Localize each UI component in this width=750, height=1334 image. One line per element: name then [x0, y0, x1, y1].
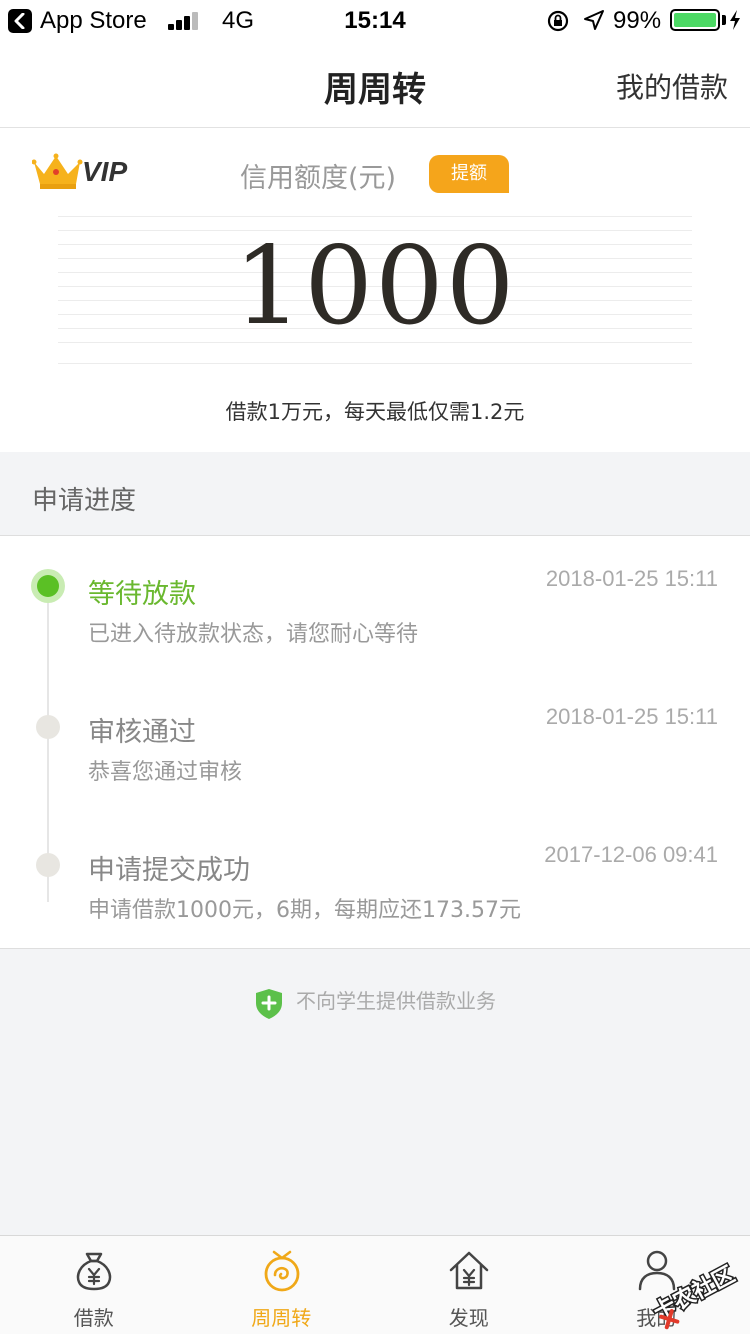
- timeline-item-desc: 申请借款1000元，6期，每期应还173.57元: [88, 898, 521, 923]
- timeline-item-time: 2017-12-06 09:41: [544, 842, 718, 867]
- navigation-bar: 周周转 我的借款: [0, 40, 750, 128]
- status-dot: [36, 715, 60, 739]
- kanong-watermark-logo: 卡农社区: [648, 1260, 741, 1330]
- coin-swirl-icon: [264, 1250, 299, 1292]
- notice-text: 不向学生提供借款业务: [296, 989, 496, 1013]
- progress-title: 申请进度: [32, 486, 137, 516]
- tab-label: 周周转: [251, 1306, 312, 1330]
- tab-loan[interactable]: 借款: [0, 1236, 188, 1334]
- tab-label: 借款: [73, 1306, 114, 1330]
- progress-timeline: 等待放款 2018-01-25 15:11 已进入待放款状态，请您耐心等待 审核…: [0, 536, 750, 949]
- timeline-item: 等待放款 2018-01-25 15:11 已进入待放款状态，请您耐心等待: [0, 536, 750, 656]
- house-yen-icon: [449, 1251, 489, 1290]
- timeline-item-time: 2018-01-25 15:11: [545, 704, 718, 729]
- credit-note: 借款1万元，每天最低仅需1.2元: [225, 400, 525, 424]
- vip-label: VIP: [82, 156, 128, 187]
- tab-zhouzhouzhuan[interactable]: 周周转: [188, 1236, 376, 1334]
- battery-icon: [670, 9, 720, 31]
- status-dot: [36, 853, 60, 877]
- money-bag-icon: [76, 1252, 112, 1291]
- tab-label: 发现: [448, 1306, 489, 1330]
- timeline-item-title: 审核通过: [88, 717, 196, 748]
- credit-panel: VIP 信用额度(元) 提额 1000 借款1万元，每天最低仅需1.2元: [0, 128, 750, 452]
- timeline-item: 申请提交成功 2017-12-06 09:41 申请借款1000元，6期，每期应…: [0, 812, 750, 932]
- credit-limit-label: 信用额度(元): [240, 163, 397, 194]
- tab-bar: 借款 周周转 发现 我的: [0, 1235, 750, 1334]
- student-notice: 不向学生提供借款业务: [0, 986, 750, 1020]
- vip-badge: VIP: [32, 152, 142, 192]
- charging-bolt-icon: [730, 10, 740, 30]
- timeline-item-title: 申请提交成功: [88, 855, 250, 886]
- tab-discover[interactable]: 发现: [375, 1236, 563, 1334]
- location-icon: [584, 10, 604, 30]
- raise-limit-button[interactable]: 提额: [429, 155, 509, 193]
- rotation-lock-icon: [547, 10, 569, 32]
- progress-section-header: 申请进度: [0, 452, 750, 536]
- crown-icon: [32, 153, 83, 189]
- timeline-item-time: 2018-01-25 15:11: [545, 566, 718, 591]
- my-loans-link[interactable]: 我的借款: [616, 66, 728, 106]
- timeline-item-desc: 已进入待放款状态，请您耐心等待: [88, 622, 419, 647]
- battery-percent: 99%: [613, 7, 662, 34]
- timeline-item: 审核通过 2018-01-25 15:11 恭喜您通过审核: [0, 674, 750, 794]
- shield-plus-icon: [256, 989, 282, 1019]
- timeline-item-desc: 恭喜您通过审核: [88, 760, 243, 785]
- credit-amount: 1000: [233, 224, 517, 349]
- timeline-item-title: 等待放款: [88, 579, 196, 610]
- status-dot-active: [31, 569, 65, 603]
- status-bar: App Store 4G 15:14 99%: [0, 0, 750, 40]
